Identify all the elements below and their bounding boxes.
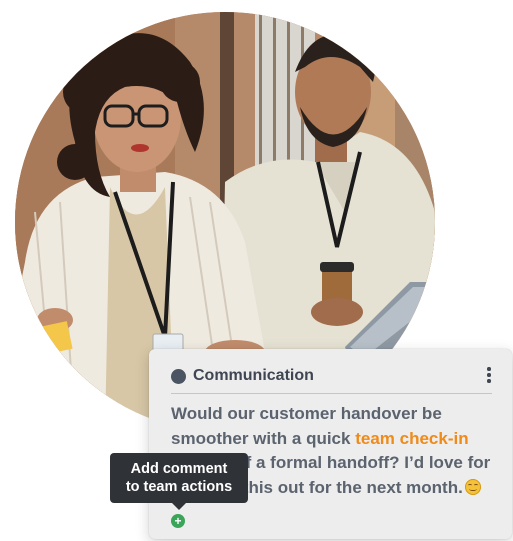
smiling-face-icon — [464, 478, 481, 495]
more-options-icon[interactable] — [486, 367, 492, 383]
category-dot-icon — [171, 368, 186, 384]
card-header: Communication — [171, 365, 502, 387]
plus-icon: + — [174, 514, 182, 528]
divider — [171, 393, 492, 394]
comment-card: Communication Would our customer handove… — [149, 349, 512, 539]
tooltip-line-1: Add comment — [130, 461, 228, 477]
message-highlight: team check-in — [355, 428, 469, 448]
category-label: Communication — [193, 367, 314, 384]
tooltip-line-2: to team actions — [125, 479, 233, 495]
add-comment-tooltip: Add comment to team actions — [110, 453, 248, 510]
add-comment-button[interactable]: + — [171, 514, 185, 528]
